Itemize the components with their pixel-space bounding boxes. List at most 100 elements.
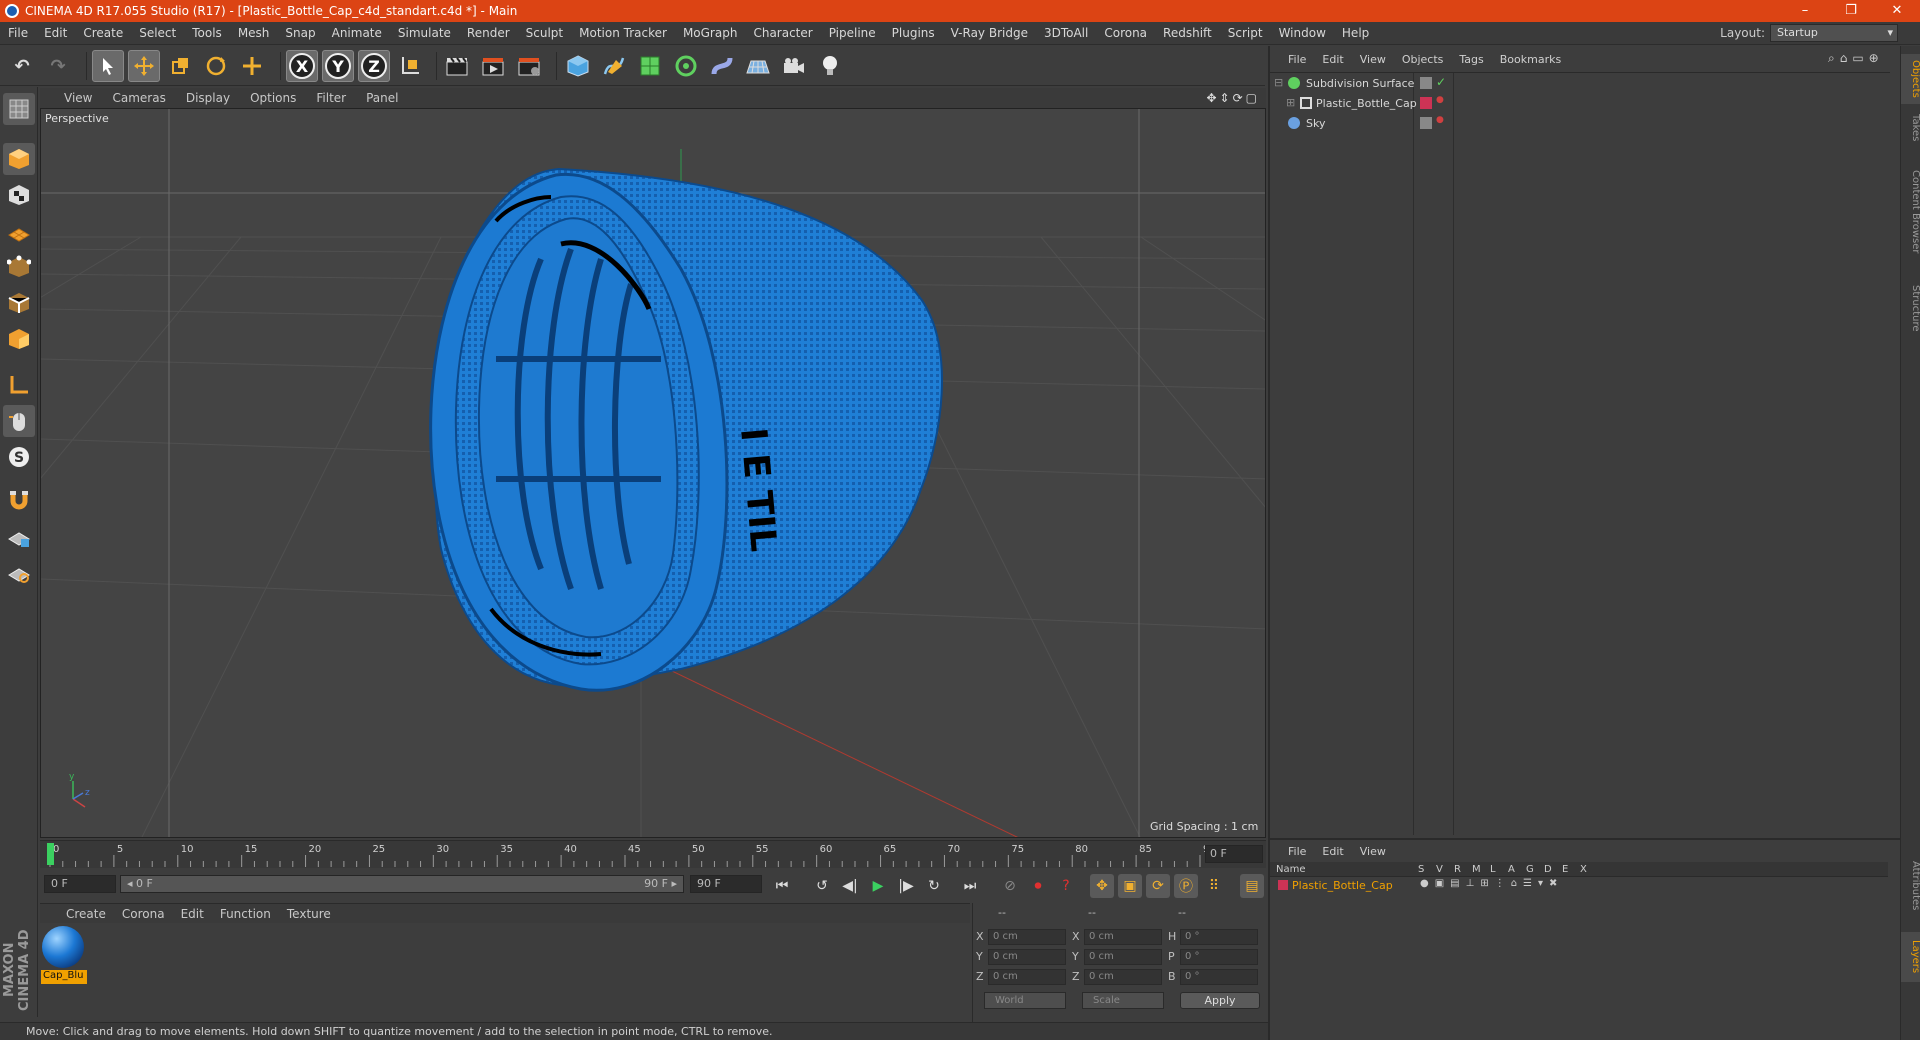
redo-button[interactable]: ↷ — [42, 50, 74, 82]
tab-attributes[interactable]: Attributes — [1901, 846, 1920, 926]
add-cube-button[interactable] — [562, 50, 594, 82]
menu-tools[interactable]: Tools — [184, 26, 230, 40]
om-menu-edit[interactable]: Edit — [1314, 53, 1351, 66]
menu-character[interactable]: Character — [745, 26, 820, 40]
col-l[interactable]: L — [1490, 864, 1496, 875]
menu-mesh[interactable]: Mesh — [230, 26, 278, 40]
enabled-check-icon[interactable]: ✓ — [1436, 75, 1446, 89]
render-view-button[interactable] — [442, 50, 474, 82]
menu-pipeline[interactable]: Pipeline — [821, 26, 884, 40]
visibility-dots-icon[interactable]: ● — [1436, 115, 1444, 125]
col-name[interactable]: Name — [1276, 864, 1306, 875]
object-row-subdivision-surface[interactable]: ⊟ Subdivision Surface ✓ — [1270, 74, 1902, 93]
lm-menu-file[interactable]: File — [1270, 845, 1314, 858]
menu-vray-bridge[interactable]: V-Ray Bridge — [943, 26, 1036, 40]
z-axis-lock-button[interactable]: Z — [358, 50, 390, 82]
start-frame-field[interactable]: 0 F — [44, 875, 116, 893]
visibility-dots-icon[interactable]: ● — [1436, 95, 1444, 105]
playhead[interactable] — [47, 843, 54, 865]
rot-b-field[interactable]: 0 ° — [1180, 969, 1258, 985]
add-subdivision-surface-button[interactable] — [634, 50, 666, 82]
col-v[interactable]: V — [1436, 864, 1443, 875]
go-to-end-button[interactable]: ⏭ — [958, 874, 982, 898]
polygons-mode-button[interactable] — [3, 323, 35, 355]
next-frame-button[interactable]: |▶ — [894, 874, 918, 898]
object-name[interactable]: Plastic_Bottle_Cap — [1316, 97, 1417, 110]
undo-button[interactable]: ↶ — [6, 50, 38, 82]
tab-layers[interactable]: Layers — [1901, 932, 1920, 982]
menu-render[interactable]: Render — [459, 26, 518, 40]
timeline-window-button[interactable]: ▤ — [1240, 874, 1264, 898]
pos-z-field[interactable]: 0 cm — [988, 969, 1066, 985]
texture-mode-button[interactable] — [3, 179, 35, 211]
om-menu-file[interactable]: File — [1270, 53, 1314, 66]
col-x[interactable]: X — [1580, 864, 1587, 875]
keyframe-selection-button[interactable]: ? — [1054, 874, 1078, 898]
menu-mograph[interactable]: MoGraph — [675, 26, 746, 40]
coordinate-system-button[interactable] — [394, 50, 426, 82]
om-menu-bookmarks[interactable]: Bookmarks — [1492, 53, 1569, 66]
om-menu-objects[interactable]: Objects — [1394, 53, 1452, 66]
material-menu-function[interactable]: Function — [212, 907, 279, 921]
material-menu-edit[interactable]: Edit — [173, 907, 212, 921]
rot-h-field[interactable]: 0 ° — [1180, 929, 1258, 945]
viewport-navigation-icons[interactable]: ✥⇕⟳▢ — [1206, 91, 1260, 105]
menu-redshift[interactable]: Redshift — [1155, 26, 1220, 40]
key-pla-button[interactable]: ⠿ — [1202, 874, 1226, 898]
size-x-field[interactable]: 0 cm — [1084, 929, 1162, 945]
layer-color-swatch[interactable] — [1278, 880, 1288, 890]
snap-button[interactable] — [3, 485, 35, 517]
model-mode-button[interactable] — [3, 143, 35, 175]
x-axis-lock-button[interactable]: X — [286, 50, 318, 82]
go-to-start-button[interactable]: ⏮ — [770, 874, 794, 898]
add-camera-button[interactable] — [778, 50, 810, 82]
col-r[interactable]: R — [1454, 864, 1461, 875]
material-menu-corona[interactable]: Corona — [114, 907, 173, 921]
menu-edit[interactable]: Edit — [36, 26, 75, 40]
next-key-button[interactable]: ↻ — [922, 874, 946, 898]
menu-3dtoall[interactable]: 3DToAll — [1036, 26, 1096, 40]
pos-y-field[interactable]: 0 cm — [988, 949, 1066, 965]
layer-name[interactable]: Plastic_Bottle_Cap — [1292, 879, 1393, 892]
apply-button[interactable]: Apply — [1180, 992, 1260, 1009]
layer-row[interactable]: Plastic_Bottle_Cap ●▣▤⊥⊞⋮⌂☰▾✖ — [1270, 878, 1890, 894]
frame-range-slider[interactable]: ◂ 0 F 90 F ▸ — [120, 875, 684, 893]
menu-motion-tracker[interactable]: Motion Tracker — [571, 26, 675, 40]
lock-workplane-button[interactable] — [3, 521, 35, 553]
make-editable-button[interactable] — [3, 93, 35, 125]
tab-content-browser[interactable]: Content Browser — [1901, 152, 1920, 272]
previous-key-button[interactable]: ↺ — [810, 874, 834, 898]
tab-structure[interactable]: Structure — [1901, 278, 1920, 338]
move-tool-button[interactable] — [128, 50, 160, 82]
menu-script[interactable]: Script — [1220, 26, 1271, 40]
menu-create[interactable]: Create — [75, 26, 131, 40]
autokeying-button[interactable]: ⏺ — [1026, 874, 1050, 898]
menu-animate[interactable]: Animate — [324, 26, 390, 40]
col-e[interactable]: E — [1562, 864, 1568, 875]
viewport-scene[interactable]: I E TIL y z — [41, 109, 1266, 838]
current-frame-field[interactable]: 0 F — [1205, 845, 1263, 863]
material-preview-sphere[interactable] — [42, 926, 84, 968]
render-to-picture-viewer-button[interactable] — [478, 50, 510, 82]
y-axis-lock-button[interactable]: Y — [322, 50, 354, 82]
add-deformer-button[interactable] — [706, 50, 738, 82]
menu-window[interactable]: Window — [1271, 26, 1334, 40]
scale-tool-button[interactable] — [164, 50, 196, 82]
plastic-bottle-cap-model[interactable]: I E TIL — [429, 167, 943, 692]
add-array-button[interactable] — [670, 50, 702, 82]
object-row-plastic-bottle-cap[interactable]: ⊞ Plastic_Bottle_Cap ● — [1270, 94, 1902, 113]
add-light-button[interactable] — [814, 50, 846, 82]
key-scale-button[interactable]: ▣ — [1118, 874, 1142, 898]
rot-p-field[interactable]: 0 ° — [1180, 949, 1258, 965]
menu-simulate[interactable]: Simulate — [390, 26, 459, 40]
lm-menu-view[interactable]: View — [1352, 845, 1394, 858]
layer-toggle-icon[interactable] — [1420, 117, 1432, 129]
menu-plugins[interactable]: Plugins — [884, 26, 943, 40]
close-button[interactable]: ✕ — [1874, 0, 1920, 22]
expand-toggle-icon[interactable]: ⊟ — [1274, 76, 1283, 89]
viewport-menu-view[interactable]: View — [40, 91, 102, 105]
material-name-label[interactable]: Cap_Blu — [41, 970, 87, 984]
om-menu-tags[interactable]: Tags — [1451, 53, 1491, 66]
transform-tool-button[interactable] — [236, 50, 268, 82]
viewport-menu-panel[interactable]: Panel — [356, 91, 408, 105]
